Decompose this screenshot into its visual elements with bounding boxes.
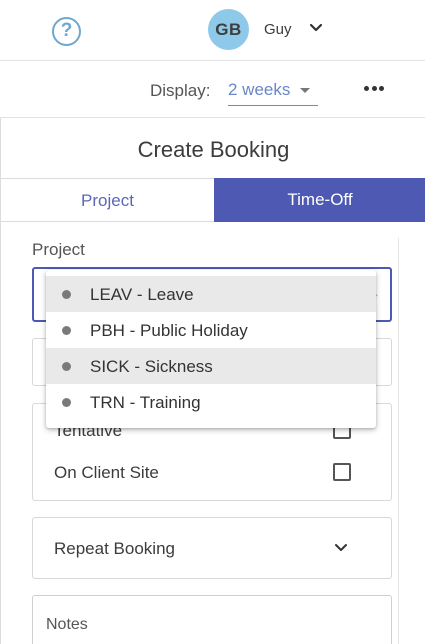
repeat-booking-label: Repeat Booking — [54, 539, 175, 558]
dot-icon — [62, 398, 71, 407]
display-value: 2 weeks — [228, 80, 291, 99]
option-leav[interactable]: LEAV - Leave — [46, 276, 376, 312]
dot-icon — [62, 362, 71, 371]
panel-title: Create Booking — [137, 137, 290, 162]
option-label: TRN - Training — [90, 393, 201, 412]
option-label: PBH - Public Holiday — [90, 321, 248, 340]
option-pbh[interactable]: PBH - Public Holiday — [46, 312, 376, 348]
notes-field[interactable]: Notes — [32, 595, 392, 644]
on-client-site-label: On Client Site — [54, 463, 159, 482]
project-label: Project — [32, 240, 85, 259]
dot-icon — [62, 290, 71, 299]
repeat-booking-toggle[interactable]: Repeat Booking — [32, 517, 392, 579]
on-client-site-row[interactable]: On Client Site — [33, 455, 391, 491]
dot-icon — [62, 326, 71, 335]
caret-down-icon — [300, 88, 310, 93]
display-bar: Display: 2 weeks — [0, 61, 425, 118]
project-dropdown-menu: LEAV - Leave PBH - Public Holiday SICK -… — [46, 270, 376, 428]
avatar[interactable]: GB — [208, 9, 249, 50]
top-bar: ? GB Guy — [0, 0, 425, 61]
option-label: SICK - Sickness — [90, 357, 213, 376]
on-client-site-checkbox[interactable] — [333, 463, 351, 481]
help-icon[interactable]: ? — [52, 17, 81, 46]
chevron-down-icon — [335, 544, 347, 551]
notes-placeholder: Notes — [46, 616, 88, 633]
chevron-down-icon[interactable] — [308, 20, 324, 36]
more-horizontal-icon[interactable] — [362, 85, 386, 93]
tab-project[interactable]: Project — [1, 178, 214, 222]
option-trn[interactable]: TRN - Training — [46, 384, 376, 420]
display-select[interactable]: 2 weeks — [228, 74, 318, 106]
option-sick[interactable]: SICK - Sickness — [46, 348, 376, 384]
display-label: Display: — [150, 81, 211, 100]
option-label: LEAV - Leave — [90, 285, 194, 304]
username[interactable]: Guy — [264, 21, 292, 38]
scroll-track — [398, 238, 399, 644]
tab-time-off[interactable]: Time-Off — [214, 178, 425, 222]
